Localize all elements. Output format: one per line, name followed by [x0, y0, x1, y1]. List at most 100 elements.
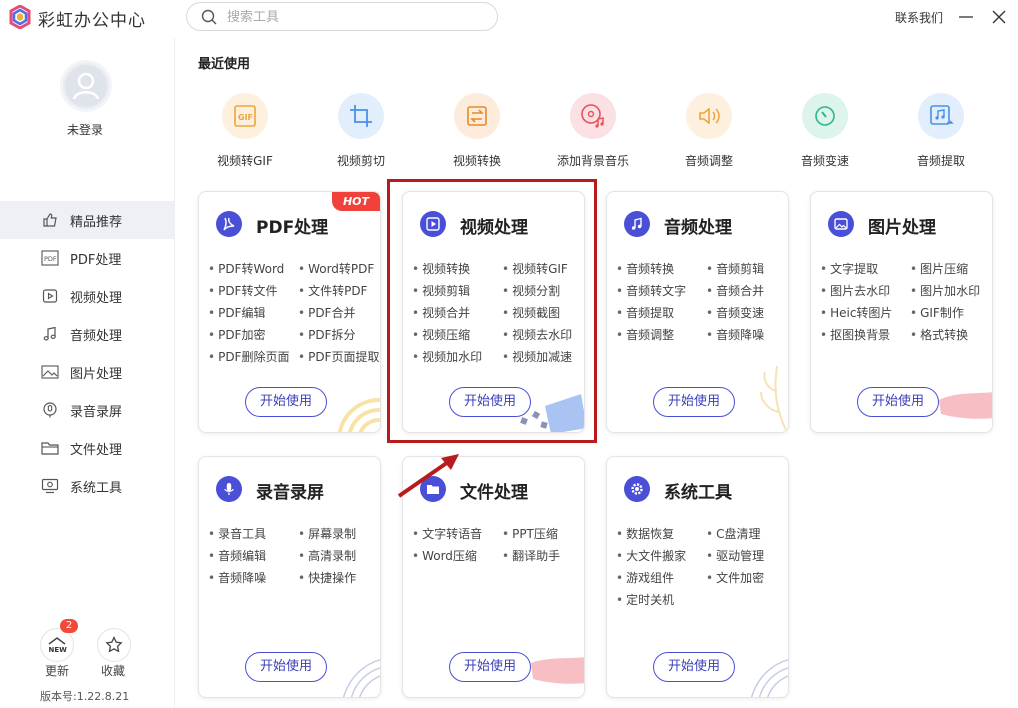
feature-item[interactable]: Word转PDF [298, 261, 378, 277]
feature-item[interactable]: PDF编辑 [208, 305, 298, 321]
highlight-box [387, 179, 597, 443]
feature-item[interactable]: PDF删除页面 [208, 349, 298, 365]
feature-item[interactable]: 翻译助手 [502, 548, 582, 564]
card-audio: 音频处理 音频转换 音频剪辑 音频转文字 音频合并 音频提取 音频变速 音频调整… [606, 191, 789, 433]
sidebar-item-label: 系统工具 [70, 480, 123, 496]
sidebar-item-record[interactable]: 录音录屏 [0, 391, 175, 429]
gear-icon [624, 476, 650, 502]
sidebar-item-recommended[interactable]: 精品推荐 [0, 201, 175, 239]
feature-item[interactable]: 抠图换背景 [820, 327, 910, 343]
card-title: 文件处理 [460, 483, 528, 503]
new-label: NEW [49, 646, 68, 654]
recent-item-audio-adjust[interactable]: 音频调整 [659, 93, 759, 169]
sidebar-item-label: 视频处理 [70, 290, 123, 306]
feature-item[interactable]: 音频转文字 [616, 283, 706, 299]
sidebar-item-system[interactable]: 系统工具 [0, 467, 175, 505]
login-status[interactable]: 未登录 [0, 121, 170, 138]
start-button[interactable]: 开始使用 [653, 652, 735, 682]
feature-item[interactable]: 文件转PDF [298, 283, 378, 299]
speaker-icon [686, 93, 732, 139]
search-input[interactable] [227, 7, 477, 27]
card-system: 系统工具 数据恢复 C盘清理 大文件搬家 驱动管理 游戏组件 文件加密 定时关机… [606, 456, 789, 698]
feature-item[interactable]: 图片压缩 [910, 261, 990, 277]
feature-item[interactable]: 文字转语音 [412, 526, 502, 542]
feature-item[interactable]: 文字提取 [820, 261, 910, 277]
feature-item[interactable]: 音频降噪 [208, 570, 298, 586]
card-decoration [760, 365, 788, 432]
start-button[interactable]: 开始使用 [245, 652, 327, 682]
feature-item[interactable]: PDF页面提取 [298, 349, 379, 365]
sidebar-item-video[interactable]: 视频处理 [0, 277, 175, 315]
contact-us-link[interactable]: 联系我们 [895, 9, 943, 26]
recent-item-audio-speed[interactable]: 音频变速 [775, 93, 875, 169]
feature-item[interactable]: 音频转换 [616, 261, 706, 277]
avatar[interactable] [60, 60, 112, 112]
card-feature-list: PDF转Word Word转PDF PDF转文件 文件转PDF PDF编辑 PD… [208, 261, 379, 365]
feature-item[interactable]: 图片去水印 [820, 283, 910, 299]
feature-item[interactable]: 数据恢复 [616, 526, 706, 542]
feature-item[interactable]: 屏幕录制 [298, 526, 378, 542]
update-button[interactable]: NEW [40, 628, 74, 662]
feature-item[interactable]: PPT压缩 [502, 526, 582, 542]
feature-item[interactable]: 音频变速 [706, 305, 786, 321]
sidebar-item-file[interactable]: 文件处理 [0, 429, 175, 467]
start-button[interactable]: 开始使用 [653, 387, 735, 417]
start-button[interactable]: 开始使用 [857, 387, 939, 417]
title-bar: 彩虹办公中心 联系我们 [0, 0, 1018, 38]
feature-item[interactable]: PDF加密 [208, 327, 298, 343]
feature-item[interactable]: 音频编辑 [208, 548, 298, 564]
feature-item[interactable]: 音频合并 [706, 283, 786, 299]
sidebar-item-audio[interactable]: 音频处理 [0, 315, 175, 353]
recent-item-video-cut[interactable]: 视频剪切 [311, 93, 411, 169]
card-feature-list: 数据恢复 C盘清理 大文件搬家 驱动管理 游戏组件 文件加密 定时关机 [616, 526, 786, 608]
recent-item-add-bgm[interactable]: 添加背景音乐 [543, 93, 643, 169]
card-feature-list: 文字提取 图片压缩 图片去水印 图片加水印 Heic转图片 GIF制作 抠图换背… [820, 261, 990, 343]
recent-item-video-convert[interactable]: 视频转换 [427, 93, 527, 169]
sidebar-item-label: 文件处理 [70, 442, 123, 458]
feature-item[interactable]: PDF拆分 [298, 327, 378, 343]
feature-item[interactable]: 高清录制 [298, 548, 378, 564]
recent-item-video-to-gif[interactable]: GIF 视频转GIF [195, 93, 295, 169]
feature-item[interactable]: PDF转Word [208, 261, 298, 277]
favorite-button[interactable] [97, 628, 131, 662]
feature-item[interactable]: 音频调整 [616, 327, 706, 343]
new-icon: NEW [49, 637, 68, 654]
feature-item[interactable]: PDF转文件 [208, 283, 298, 299]
recent-item-audio-extract[interactable]: 音频提取 [891, 93, 991, 169]
feature-item[interactable]: 音频剪辑 [706, 261, 786, 277]
feature-item[interactable]: 游戏组件 [616, 570, 706, 586]
user-icon [65, 65, 107, 107]
pdf-acrobat-icon [216, 211, 242, 237]
card-decoration [531, 657, 584, 684]
start-button[interactable]: 开始使用 [449, 652, 531, 682]
sidebar-item-image[interactable]: 图片处理 [0, 353, 175, 391]
update-badge: 2 [60, 619, 78, 633]
gif-icon: GIF [222, 93, 268, 139]
feature-item[interactable]: 格式转换 [910, 327, 990, 343]
feature-item[interactable]: 文件加密 [706, 570, 786, 586]
feature-item[interactable]: 快捷操作 [298, 570, 378, 586]
feature-item[interactable]: C盘清理 [706, 526, 786, 542]
microphone-icon [216, 476, 242, 502]
card-feature-list: 音频转换 音频剪辑 音频转文字 音频合并 音频提取 音频变速 音频调整 音频降噪 [616, 261, 786, 343]
feature-item[interactable]: Word压缩 [412, 548, 502, 564]
feature-item[interactable]: PDF合并 [298, 305, 378, 321]
start-button[interactable]: 开始使用 [245, 387, 327, 417]
feature-item[interactable]: GIF制作 [910, 305, 990, 321]
feature-item[interactable]: Heic转图片 [820, 305, 910, 321]
card-title: PDF处理 [256, 218, 329, 238]
close-icon[interactable] [988, 6, 1010, 28]
feature-item[interactable]: 录音工具 [208, 526, 298, 542]
feature-item[interactable]: 定时关机 [616, 592, 706, 608]
feature-item[interactable]: 音频降噪 [706, 327, 786, 343]
sidebar-item-pdf[interactable]: PDF PDF处理 [0, 239, 175, 277]
feature-item[interactable]: 图片加水印 [910, 283, 990, 299]
update-label: 更新 [45, 664, 70, 678]
feature-item[interactable]: 大文件搬家 [616, 548, 706, 564]
feature-item[interactable]: 音频提取 [616, 305, 706, 321]
minimize-icon[interactable] [955, 6, 977, 28]
search-box[interactable] [186, 2, 498, 31]
recent-item-label: 音频变速 [800, 154, 849, 168]
feature-item[interactable]: 驱动管理 [706, 548, 786, 564]
search-icon [201, 9, 217, 25]
